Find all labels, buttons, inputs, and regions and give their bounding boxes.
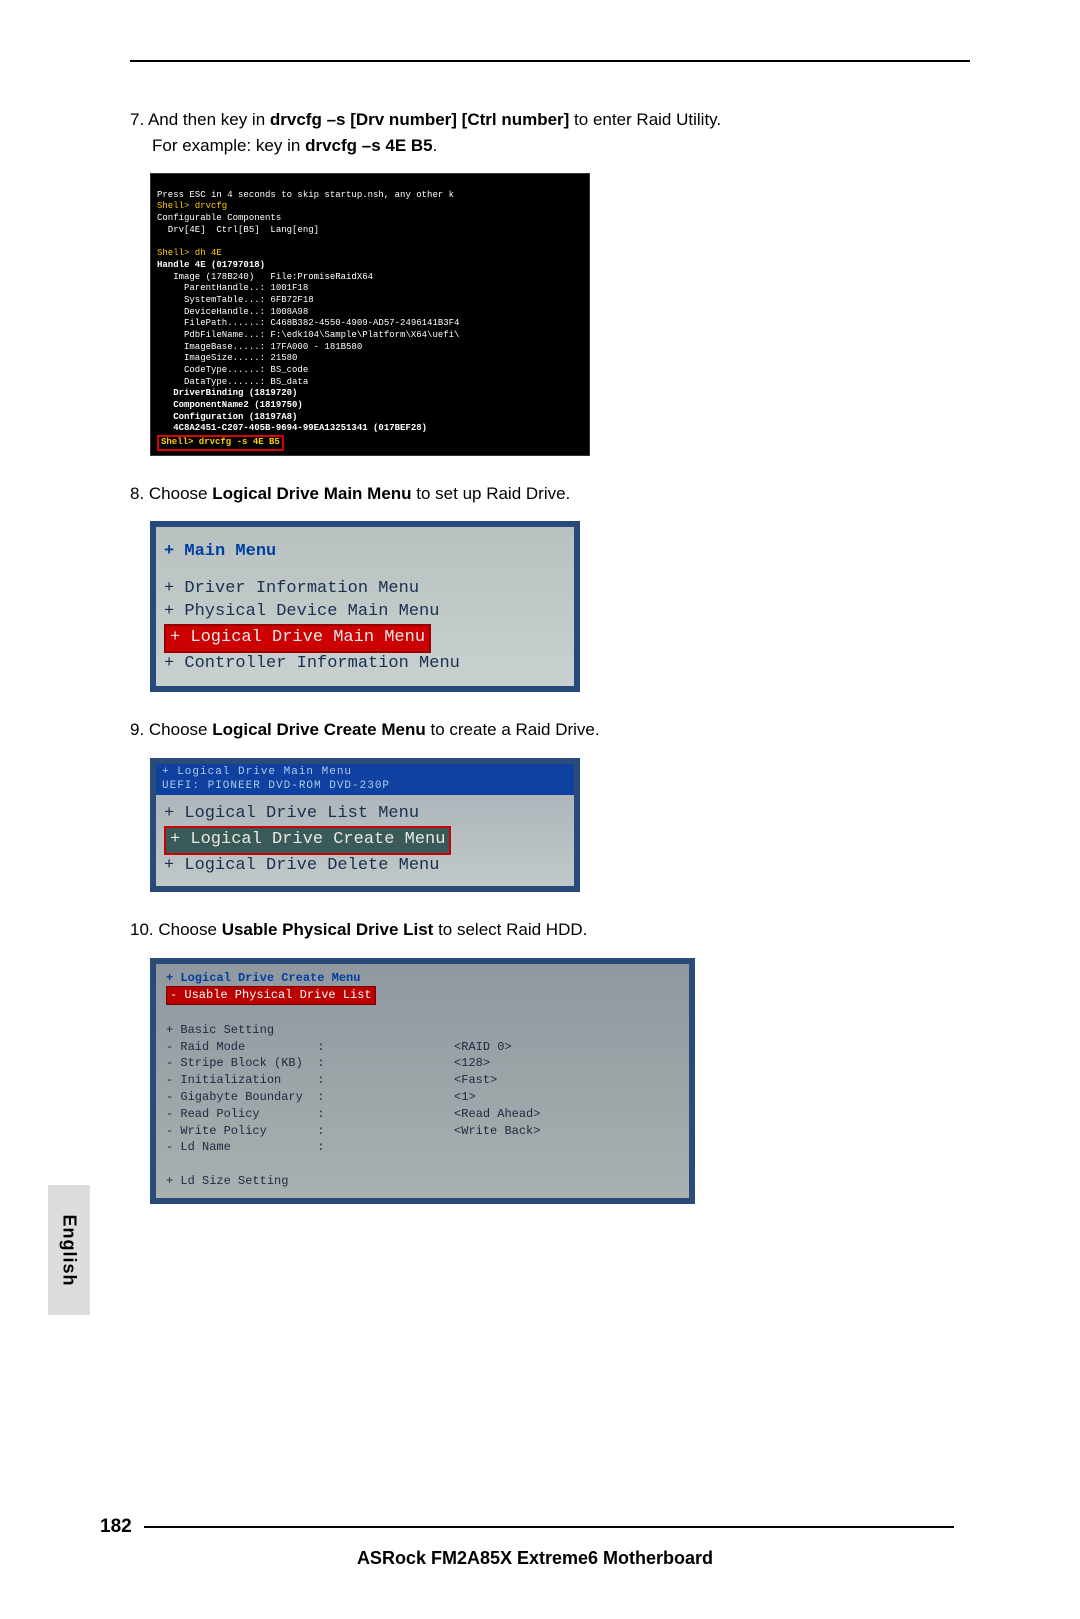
t: ImageSize.....: 21580	[157, 353, 297, 363]
t: Configurable Components	[157, 213, 281, 223]
menu-title: + Main Menu	[164, 541, 566, 564]
text: 8. Choose	[130, 484, 212, 503]
row: + Ld Size Setting	[166, 1174, 288, 1188]
t: DeviceHandle..: 1008A98	[157, 307, 308, 317]
menu-item: + Controller Information Menu	[164, 653, 566, 676]
screenshot-terminal: Press ESC in 4 seconds to skip startup.n…	[150, 173, 590, 456]
row: - Read Policy : <Read Ahead>	[166, 1107, 540, 1121]
t: Press ESC in 4 seconds to skip startup.n…	[157, 190, 454, 200]
t: ImageBase.....: 17FA000 - 181B580	[157, 342, 362, 352]
menu-item: + Driver Information Menu	[164, 578, 566, 601]
footer-rule	[144, 1526, 954, 1528]
text: 7. And then key in	[130, 110, 270, 129]
t: Configuration (18197A8)	[157, 412, 297, 422]
t: CodeType......: BS_code	[157, 365, 308, 375]
text: 9. Choose	[130, 720, 212, 739]
highlighted-cmd: Shell> drvcfg -s 4E B5	[157, 435, 284, 451]
bold: Usable Physical Drive List	[222, 920, 434, 939]
screenshot-drive-menu: + Logical Drive Main Menu UEFI: PIONEER …	[150, 758, 580, 893]
t: PdbFileName...: F:\edk104\Sample\Platfor…	[157, 330, 459, 340]
menu-item-selected: + Logical Drive Main Menu	[164, 624, 431, 653]
language-label: English	[59, 1214, 80, 1286]
menu-header: + Logical Drive Main Menu UEFI: PIONEER …	[156, 764, 574, 796]
bold-cmd: drvcfg –s 4E B5	[305, 136, 433, 155]
step-8: 8. Choose Logical Drive Main Menu to set…	[130, 481, 970, 507]
screenshot-main-menu: + Main Menu + Driver Information Menu + …	[150, 521, 580, 692]
page-footer: 182 ASRock FM2A85X Extreme6 Motherboard	[100, 1516, 970, 1569]
text: .	[433, 136, 438, 155]
step-10: 10. Choose Usable Physical Drive List to…	[130, 917, 970, 943]
product-name: ASRock FM2A85X Extreme6 Motherboard	[100, 1548, 970, 1569]
row: - Gigabyte Boundary : <1>	[166, 1090, 476, 1104]
row: - Ld Name :	[166, 1140, 324, 1154]
text: to set up Raid Drive.	[412, 484, 571, 503]
row: - Stripe Block (KB) : <128>	[166, 1056, 490, 1070]
menu-item: + Logical Drive Delete Menu	[164, 855, 566, 878]
top-rule	[130, 60, 970, 62]
text: to create a Raid Drive.	[426, 720, 600, 739]
text: to select Raid HDD.	[433, 920, 587, 939]
t: FilePath......: C468B382-4550-4909-AD57-…	[157, 318, 459, 328]
bold: Logical Drive Main Menu	[212, 484, 411, 503]
t: DriverBinding (1819720)	[157, 388, 297, 398]
menu-item: + Physical Device Main Menu	[164, 601, 566, 624]
bold: Logical Drive Create Menu	[212, 720, 426, 739]
t: 4C8A2451-C207-405B-9694-99EA13251341 (01…	[157, 423, 427, 433]
text: 10. Choose	[130, 920, 222, 939]
t: DataType......: BS_data	[157, 377, 308, 387]
text: to enter Raid Utility.	[569, 110, 721, 129]
language-tab: English	[48, 1185, 90, 1315]
t: SystemTable...: 6FB72F18	[157, 295, 314, 305]
bold-cmd: drvcfg –s [Drv number] [Ctrl number]	[270, 110, 569, 129]
t: ParentHandle..: 1001F18	[157, 283, 308, 293]
t: ComponentName2 (1819750)	[157, 400, 303, 410]
t: Handle 4E (01797018)	[157, 260, 265, 270]
t: Shell> drvcfg	[157, 201, 227, 211]
menu-item-selected: - Usable Physical Drive List	[166, 986, 376, 1005]
page-number: 182	[100, 1516, 132, 1538]
menu-title: + Logical Drive Create Menu	[166, 971, 360, 985]
menu-item: + Logical Drive List Menu	[164, 803, 566, 826]
row: + Basic Setting	[166, 1023, 274, 1037]
t: Image (178B240) File:PromiseRaidX64	[157, 272, 373, 282]
row: - Raid Mode : <RAID 0>	[166, 1040, 512, 1054]
t: Drv[4E] Ctrl[B5] Lang[eng]	[157, 225, 319, 235]
step-9: 9. Choose Logical Drive Create Menu to c…	[130, 717, 970, 743]
step-7: 7. And then key in drvcfg –s [Drv number…	[130, 107, 970, 158]
t: Shell> dh 4E	[157, 248, 222, 258]
text: For example: key in	[152, 136, 305, 155]
screenshot-create-menu: + Logical Drive Create Menu - Usable Phy…	[150, 958, 695, 1204]
row: - Initialization : <Fast>	[166, 1073, 497, 1087]
row: - Write Policy : <Write Back>	[166, 1124, 540, 1138]
menu-item-selected: + Logical Drive Create Menu	[164, 826, 451, 855]
